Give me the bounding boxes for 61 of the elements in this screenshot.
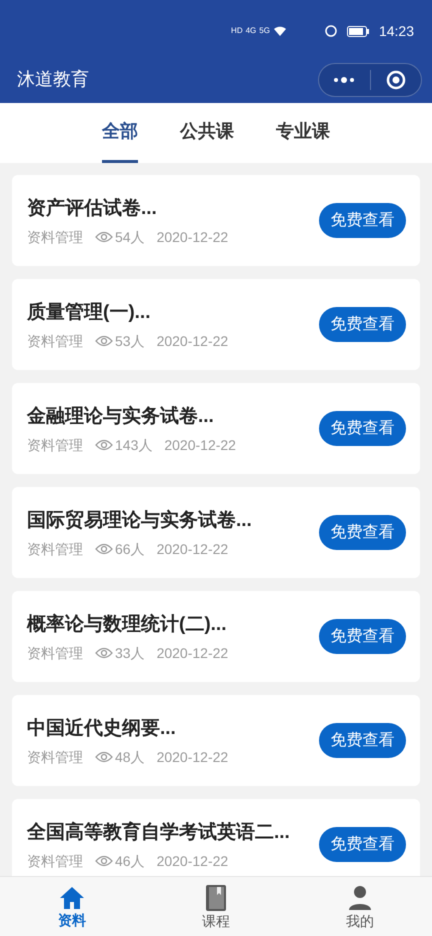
status-text: HD <box>231 27 243 35</box>
date-text: 2020-12-22 <box>156 542 228 556</box>
person-icon <box>348 885 372 911</box>
card-title: 资产评估试卷... <box>27 199 158 218</box>
card-title: 概率论与数理统计(二)... <box>27 615 228 634</box>
view-button[interactable]: 免费查看 <box>319 619 406 654</box>
status-text: 5G <box>259 27 270 35</box>
home-icon <box>59 886 85 910</box>
status-text: 4G <box>246 27 256 35</box>
date-text: 2020-12-22 <box>156 646 228 660</box>
tab[interactable]: 全部 <box>102 103 138 163</box>
more-icon <box>333 76 356 82</box>
view-button[interactable]: 免费查看 <box>319 307 406 342</box>
eye-icon <box>95 335 113 347</box>
card-title: 全国高等教育自学考试英语二... <box>27 823 290 842</box>
wifi-icon <box>272 26 287 36</box>
status-time: 14:23 <box>378 22 414 40</box>
date-text: 2020-12-22 <box>156 750 228 764</box>
eye-icon <box>95 439 113 451</box>
category-text: 资料管理 <box>27 646 83 660</box>
tab[interactable]: 公共课 <box>180 103 234 163</box>
category-text: 资料管理 <box>27 854 83 868</box>
eye-icon <box>95 647 113 659</box>
book-icon <box>206 885 226 911</box>
card-title: 国际贸易理论与实务试卷... <box>27 511 252 530</box>
nav-item[interactable]: 资料 <box>0 877 144 936</box>
eye-icon <box>95 543 113 555</box>
category-text: 资料管理 <box>27 334 83 348</box>
date-text: 2020-12-22 <box>156 334 228 348</box>
view-button[interactable]: 免费查看 <box>319 515 406 550</box>
nav-item[interactable]: 我的 <box>288 877 432 936</box>
view-button[interactable]: 免费查看 <box>319 723 406 758</box>
view-count: 53人 <box>115 334 145 348</box>
category-text: 资料管理 <box>27 438 83 452</box>
card-title: 质量管理(一)... <box>27 303 152 322</box>
nav-item[interactable]: 课程 <box>144 877 288 936</box>
tab[interactable]: 专业课 <box>276 103 330 163</box>
card-title: 中国近代史纲要... <box>27 719 177 738</box>
card-title: 金融理论与实务试卷... <box>27 407 215 426</box>
view-count: 48人 <box>115 750 145 764</box>
eye-icon <box>95 751 113 763</box>
category-text: 资料管理 <box>27 230 83 244</box>
view-button[interactable]: 免费查看 <box>319 203 406 238</box>
date-text: 2020-12-22 <box>156 854 228 868</box>
alarm-icon <box>324 25 337 37</box>
eye-icon <box>95 231 113 243</box>
view-button[interactable]: 免费查看 <box>319 827 406 862</box>
category-text: 资料管理 <box>27 542 83 556</box>
battery-icon <box>346 26 369 36</box>
date-text: 2020-12-22 <box>156 230 228 244</box>
view-count: 54人 <box>115 230 145 244</box>
view-button[interactable]: 免费查看 <box>319 411 406 446</box>
app-title: 沐道教育 <box>17 68 89 91</box>
target-icon <box>386 70 406 90</box>
view-count: 46人 <box>115 854 145 868</box>
date-text: 2020-12-22 <box>164 438 236 452</box>
view-count: 66人 <box>115 542 145 556</box>
category-text: 资料管理 <box>27 750 83 764</box>
view-count: 143人 <box>115 438 152 452</box>
eye-icon <box>95 855 113 867</box>
view-count: 33人 <box>115 646 145 660</box>
